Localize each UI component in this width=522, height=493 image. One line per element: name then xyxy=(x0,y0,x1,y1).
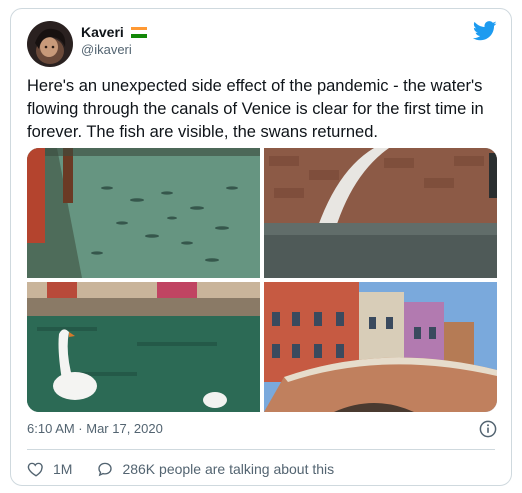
india-flag-icon xyxy=(130,26,147,38)
author-handle[interactable]: @ikaveri xyxy=(81,42,132,57)
tweet-actions: 1M 286K people are talking about this xyxy=(27,460,334,478)
twitter-bird-icon[interactable] xyxy=(473,21,497,41)
divider xyxy=(27,449,495,450)
swan-in-canal-photo[interactable] xyxy=(27,282,260,412)
conversation-button[interactable]: 286K people are talking about this xyxy=(96,460,334,478)
conversation-count: 286K people are talking about this xyxy=(122,461,335,477)
stone-bridge-arch-photo[interactable] xyxy=(264,148,497,278)
comment-bubble-icon xyxy=(98,462,113,477)
info-icon[interactable] xyxy=(479,420,497,438)
author-name-row[interactable]: Kaveri xyxy=(81,24,147,40)
like-count: 1M xyxy=(53,461,73,477)
like-button[interactable]: 1M xyxy=(27,460,72,478)
tweet-card: Kaveri @ikaveri Here's an unexpected sid… xyxy=(10,8,512,486)
tweet-text: Here's an unexpected side effect of the … xyxy=(27,77,484,141)
avatar-image xyxy=(27,21,73,67)
author-display-name[interactable]: Kaveri xyxy=(81,24,124,40)
heart-icon xyxy=(27,462,43,477)
tweet-timestamp[interactable]: 6:10 AM · Mar 17, 2020 xyxy=(27,421,163,436)
fish-in-clear-canal-photo[interactable] xyxy=(27,148,260,278)
avatar[interactable] xyxy=(27,21,73,67)
tweet-media-grid xyxy=(27,148,497,412)
venice-houses-bridge-photo[interactable] xyxy=(264,282,497,412)
